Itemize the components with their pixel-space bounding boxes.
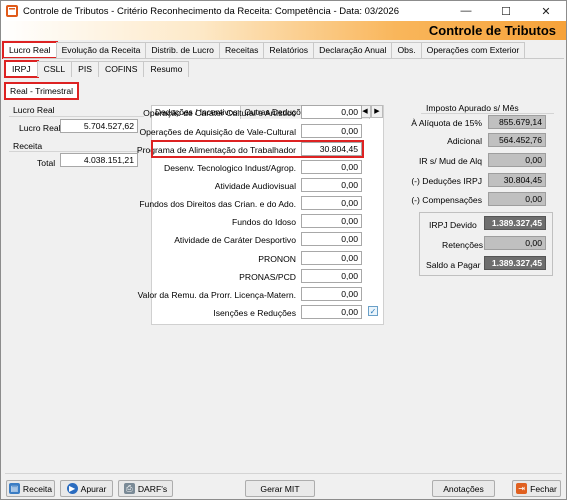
tab-irpj[interactable]: IRPJ xyxy=(4,60,39,78)
app-icon xyxy=(6,5,18,17)
minimize-button[interactable]: — xyxy=(446,1,486,21)
anotacoes-button-label: Anotações xyxy=(443,483,484,494)
deduction-label: Desenv. Tecnologico Indust/Agrop. xyxy=(163,163,296,173)
saldo-pagar-value: 1.389.327,45 xyxy=(484,256,546,270)
bottom-divider xyxy=(5,473,562,474)
receita-total-label: Total xyxy=(37,158,56,168)
anotacoes-button[interactable]: Anotações xyxy=(432,480,495,497)
imposto-label: À Alíquota de 15% xyxy=(411,118,482,128)
deduction-value[interactable]: 0,00 xyxy=(301,160,362,174)
tax-tab-bar: IRPJ CSLL PIS COFINS Resumo xyxy=(4,60,190,78)
deduction-label: PRONAS/PCD xyxy=(239,272,296,282)
tab-real-trimestral[interactable]: Real - Trimestral xyxy=(3,82,80,100)
play-icon: ▶ xyxy=(66,483,78,494)
deduction-label: Atividade de Caráter Desportivo xyxy=(174,235,296,245)
imposto-value: 0,00 xyxy=(488,192,546,206)
receita-button-label: Receita xyxy=(22,483,53,494)
imposto-value: 0,00 xyxy=(488,153,546,167)
fechar-button-label: Fechar xyxy=(530,483,557,494)
deduction-value[interactable]: 0,00 xyxy=(301,124,362,138)
deduction-value[interactable]: 0,00 xyxy=(301,305,362,319)
tab-receitas[interactable]: Receitas xyxy=(218,42,265,58)
saldo-pagar-label: Saldo a Pagar xyxy=(426,260,481,270)
tab-declaracao-anual[interactable]: Declaração Anual xyxy=(313,42,393,58)
main-tab-bar: Lucro Real Evolução da Receita Distrib. … xyxy=(2,41,526,59)
darfs-button-label: DARF's xyxy=(137,483,168,494)
imposto-label: (-) Deduções IRPJ xyxy=(411,176,482,186)
close-button[interactable]: ✕ xyxy=(526,1,566,21)
irpj-devido-value: 1.389.327,45 xyxy=(484,216,546,230)
window-title: Controle de Tributos - Critério Reconhec… xyxy=(23,5,399,17)
group-divider xyxy=(9,116,144,117)
fechar-button[interactable]: ⇥ Fechar xyxy=(512,480,561,497)
deduction-value[interactable]: 0,00 xyxy=(301,178,362,192)
receita-total-value[interactable]: 4.038.151,21 xyxy=(60,153,138,167)
deduction-value[interactable]: 0,00 xyxy=(301,196,362,210)
imposto-value: 564.452,76 xyxy=(488,133,546,147)
document-icon: ▤ xyxy=(8,483,20,494)
maximize-button[interactable]: ☐ xyxy=(486,1,526,21)
period-tab-bar: Real - Trimestral xyxy=(3,82,80,100)
deduction-value[interactable]: 0,00 xyxy=(301,287,362,301)
lucro-real-group-title: Lucro Real xyxy=(13,105,55,115)
highlight-box xyxy=(151,140,364,158)
tab-obs[interactable]: Obs. xyxy=(391,42,422,58)
deduction-value[interactable]: 0,00 xyxy=(301,232,362,246)
receita-button[interactable]: ▤ Receita xyxy=(6,480,55,497)
deduction-label: PRONON xyxy=(258,254,296,264)
gerar-mit-button-label: Gerar MIT xyxy=(260,483,300,494)
tab-cofins[interactable]: COFINS xyxy=(97,61,145,77)
imposto-label: (-) Compensações xyxy=(411,195,482,205)
main-window: Controle de Tributos - Critério Reconhec… xyxy=(0,0,567,500)
apurar-button-label: Apurar xyxy=(80,483,107,494)
tab-resumo[interactable]: Resumo xyxy=(143,61,190,77)
imposto-group-title: Imposto Apurado s/ Mês xyxy=(426,103,519,113)
tab-scroll-arrows: ◀ ▶ xyxy=(359,105,383,118)
tab-distrib-lucro[interactable]: Distrib. de Lucro xyxy=(145,42,220,58)
lucro-real-value[interactable]: 5.704.527,62 xyxy=(60,119,138,133)
tab-relatorios[interactable]: Relatórios xyxy=(263,42,315,58)
tab-lucro-real[interactable]: Lucro Real xyxy=(2,41,58,59)
receita-group-title: Receita xyxy=(13,141,43,151)
header-banner: Controle de Tributos xyxy=(1,21,566,40)
title-bar: Controle de Tributos - Critério Reconhec… xyxy=(1,1,566,21)
deduction-label: Operação de Caráter Cultural e Artístico xyxy=(143,108,296,118)
deduction-label: Atividade Audiovisual xyxy=(214,181,296,191)
deduction-label: Operações de Aquisição de Vale-Cultural xyxy=(139,127,296,137)
lucro-real-label: Lucro Real xyxy=(19,123,61,133)
imposto-label: IR s/ Mud de Alq xyxy=(418,156,482,166)
exit-icon: ⇥ xyxy=(516,483,528,494)
irpj-devido-label: IRPJ Devido xyxy=(429,220,477,230)
imposto-value: 855.679,14 xyxy=(488,115,546,129)
deduction-label: Isenções e Reduções xyxy=(213,308,296,318)
imposto-value: 30.804,45 xyxy=(488,173,546,187)
tab-evolucao-receita[interactable]: Evolução da Receita xyxy=(55,42,147,58)
checkbox-icon[interactable]: ✓ xyxy=(368,306,378,316)
deduction-value[interactable]: 0,00 xyxy=(301,269,362,283)
deduction-label: Fundos dos Direitos das Crian. e do Ado. xyxy=(139,199,296,209)
deduction-value[interactable]: 0,00 xyxy=(301,105,362,119)
tab-divider xyxy=(3,58,564,59)
imposto-label: Adicional xyxy=(447,136,482,146)
tab-pis[interactable]: PIS xyxy=(71,61,99,77)
banner-title: Controle de Tributos xyxy=(428,23,556,38)
gerar-mit-button[interactable]: Gerar MIT xyxy=(245,480,315,497)
group-divider xyxy=(9,151,144,152)
group-divider xyxy=(421,113,554,114)
retencoes-label: Retenções xyxy=(442,240,484,250)
tab-scroll-right-icon[interactable]: ▶ xyxy=(371,105,383,118)
tab-operacoes-exterior[interactable]: Operações com Exterior xyxy=(420,42,526,58)
deduction-value[interactable]: 0,00 xyxy=(301,251,362,265)
deduction-label: Fundos do Idoso xyxy=(231,217,296,227)
deduction-label: Valor da Remu. da Prorr. Licença-Matern. xyxy=(137,290,296,300)
deduction-value[interactable]: 0,00 xyxy=(301,214,362,228)
apurar-button[interactable]: ▶ Apurar xyxy=(60,480,113,497)
printer-icon: ⎙ xyxy=(123,483,135,494)
darfs-button[interactable]: ⎙ DARF's xyxy=(118,480,173,497)
tab-csll[interactable]: CSLL xyxy=(36,61,73,77)
retencoes-value: 0,00 xyxy=(484,236,546,250)
